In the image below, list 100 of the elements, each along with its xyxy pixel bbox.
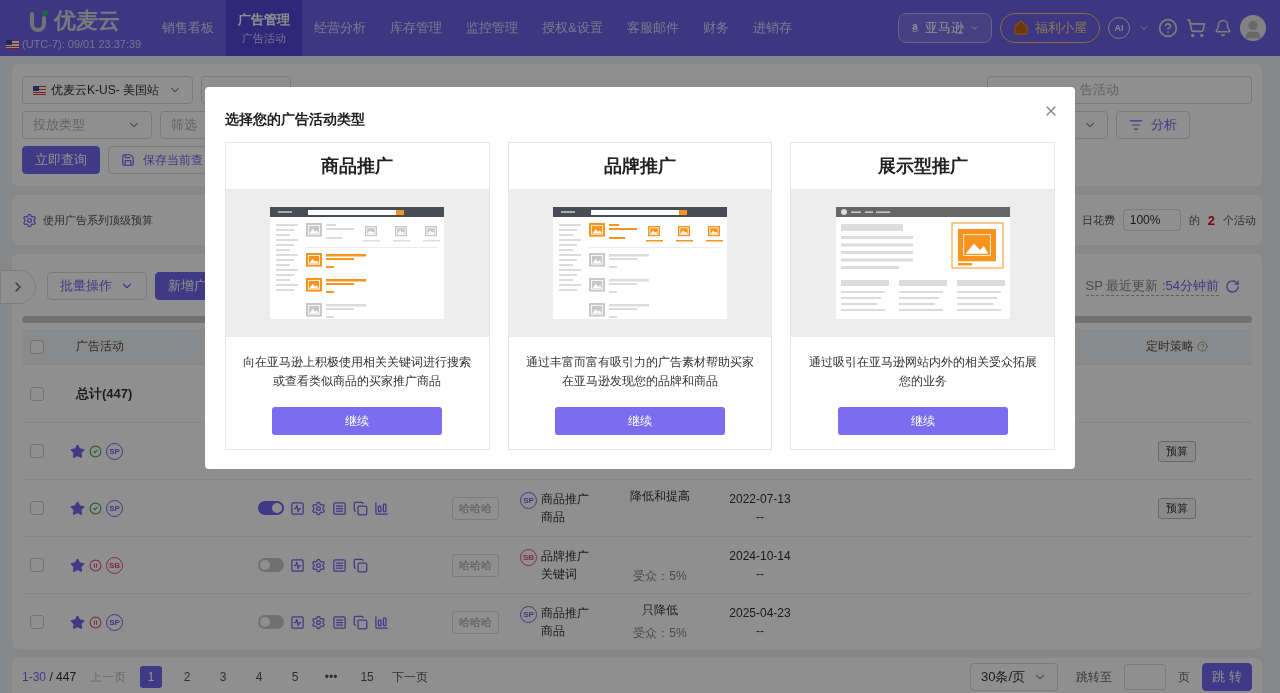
copy-icon[interactable] <box>353 557 368 573</box>
copy-icon[interactable] <box>353 614 368 630</box>
refresh-icon[interactable] <box>1225 278 1240 294</box>
total-count: 总计(447) <box>74 384 134 403</box>
copy-icon[interactable] <box>353 500 368 516</box>
checkbox[interactable] <box>30 444 44 458</box>
jump-button[interactable]: 跳 转 <box>1202 663 1252 691</box>
end-date-text: -- <box>756 509 764 526</box>
checkbox[interactable] <box>30 339 44 354</box>
campaign-unit: 个活动 <box>1223 212 1256 228</box>
next-page-link[interactable]: 下一页 <box>392 668 429 686</box>
spend-label: 日花费 <box>1081 212 1115 228</box>
nav-tab[interactable]: 广告管理 广告活动 <box>226 0 302 56</box>
chart-icon[interactable] <box>290 614 305 630</box>
nav-tab[interactable]: 监控管理 <box>454 0 530 56</box>
ad-type-text: 商品推广 商品 <box>541 491 589 526</box>
ad-type-text: 品牌推广 关键词 <box>541 548 589 583</box>
settings-icon[interactable] <box>22 212 37 228</box>
update-status: SP 最近更新 :54分钟前 <box>1085 276 1219 296</box>
column-header: 定时策略 <box>1102 338 1252 355</box>
date-text: 2022-07-13 <box>729 491 791 508</box>
analyze-button[interactable]: 分析 <box>1116 111 1190 139</box>
checkbox[interactable] <box>30 386 44 401</box>
help-icon[interactable] <box>1158 18 1178 38</box>
jump-label: 跳转至 <box>1076 668 1112 686</box>
continue-button[interactable]: 继续 <box>272 407 443 435</box>
audience-text: 受众：5% <box>633 625 687 642</box>
continue-button[interactable]: 继续 <box>555 407 725 435</box>
card-title: 展示型推广 <box>877 155 968 178</box>
query-button[interactable]: 立即查询 <box>22 146 100 174</box>
document-icon[interactable] <box>332 614 347 630</box>
logo-text: 优麦云 <box>54 7 120 35</box>
ad-type-text: 商品推广 商品 <box>541 605 589 640</box>
end-date-text: -- <box>756 623 764 640</box>
nav-tab[interactable]: 客服邮件 <box>614 0 691 56</box>
checkbox[interactable] <box>30 558 44 572</box>
star-icon[interactable] <box>70 443 85 459</box>
checkbox[interactable] <box>30 615 44 629</box>
cart-icon[interactable] <box>1186 18 1206 38</box>
card-title: 商品推广 <box>321 155 394 178</box>
nav-tab[interactable]: 财务 <box>690 0 741 56</box>
page-button[interactable]: 4 <box>248 666 271 688</box>
continue-button[interactable]: 继续 <box>837 407 1008 435</box>
page-button[interactable]: 5 <box>284 666 307 688</box>
help-icon <box>1197 341 1208 352</box>
audience-text: 受众：5% <box>633 568 687 585</box>
settings-icon[interactable] <box>311 614 326 630</box>
bulk-action-button[interactable]: 批量操作 <box>47 272 147 300</box>
store-select[interactable]: 优麦云K-US- 美国站 <box>22 76 193 104</box>
budget-button[interactable]: 预算 <box>1158 440 1196 462</box>
toggle-switch[interactable] <box>258 501 284 515</box>
bell-icon[interactable] <box>1214 19 1232 37</box>
column-header: 广告活动 <box>75 338 125 355</box>
document-icon[interactable] <box>332 500 347 516</box>
chart-icon[interactable] <box>290 557 305 573</box>
star-icon[interactable] <box>70 500 85 516</box>
page-unit: 页 <box>1178 668 1190 686</box>
strategy-text: 只降低 <box>642 602 678 619</box>
page-button[interactable]: ••• <box>320 666 343 688</box>
amazon-icon <box>911 22 919 34</box>
nav-tab[interactable]: 进销存 <box>740 0 804 56</box>
document-icon[interactable] <box>332 557 347 573</box>
star-icon[interactable] <box>70 614 85 630</box>
bar-chart-icon[interactable] <box>374 500 389 516</box>
percent-field[interactable]: 100% <box>1122 209 1181 231</box>
chart-icon[interactable] <box>290 500 305 516</box>
campaign-count: 2 <box>1207 212 1215 228</box>
card-description: 通过吸引在亚马逊网站内外的相关受众拓展您的业务 <box>807 354 1038 390</box>
nav-tab[interactable]: 库存管理 <box>378 0 454 56</box>
card-title: 品牌推广 <box>604 155 676 178</box>
page-button[interactable]: 1 <box>140 666 163 688</box>
nav-tab[interactable]: 授权&设置 <box>530 0 615 56</box>
page-button[interactable]: 2 <box>176 666 199 688</box>
nav-tab[interactable]: 经营分析 <box>302 0 378 56</box>
nav-tab[interactable]: 销售看板 <box>150 0 226 56</box>
page-size-select[interactable]: 30条/页 <box>970 663 1058 691</box>
settings-icon[interactable] <box>311 557 326 573</box>
expand-button[interactable] <box>0 270 36 304</box>
end-date-text: -- <box>756 566 764 583</box>
checkbox[interactable] <box>30 501 44 515</box>
page-button[interactable]: 3 <box>212 666 235 688</box>
filter-icon <box>1129 118 1143 132</box>
clock-text: (UTC-7): 09/01 23:37:39 <box>22 38 142 50</box>
page-button[interactable]: 15 <box>356 666 379 688</box>
flag-icon <box>33 85 46 95</box>
bar-chart-icon[interactable] <box>374 614 389 630</box>
toggle-switch[interactable] <box>258 558 284 572</box>
date-text: 2025-04-23 <box>729 605 791 622</box>
card-description: 向在亚马逊上积极使用相关关键词进行搜索或查看类似商品的买家推广商品 <box>242 354 473 390</box>
of-label: 的 <box>1188 212 1200 228</box>
avatar[interactable] <box>1240 15 1266 41</box>
budget-button[interactable]: 预算 <box>1158 497 1196 519</box>
dialog-title: 选择您的广告活动类型 <box>225 111 366 129</box>
settings-icon[interactable] <box>311 500 326 516</box>
budget-label: 使用广告系列顶级预算 <box>43 212 153 228</box>
toggle-switch[interactable] <box>258 615 284 629</box>
flag-icon <box>6 39 19 49</box>
house-icon <box>1013 20 1029 36</box>
save-icon <box>121 153 135 167</box>
star-icon[interactable] <box>70 557 85 573</box>
